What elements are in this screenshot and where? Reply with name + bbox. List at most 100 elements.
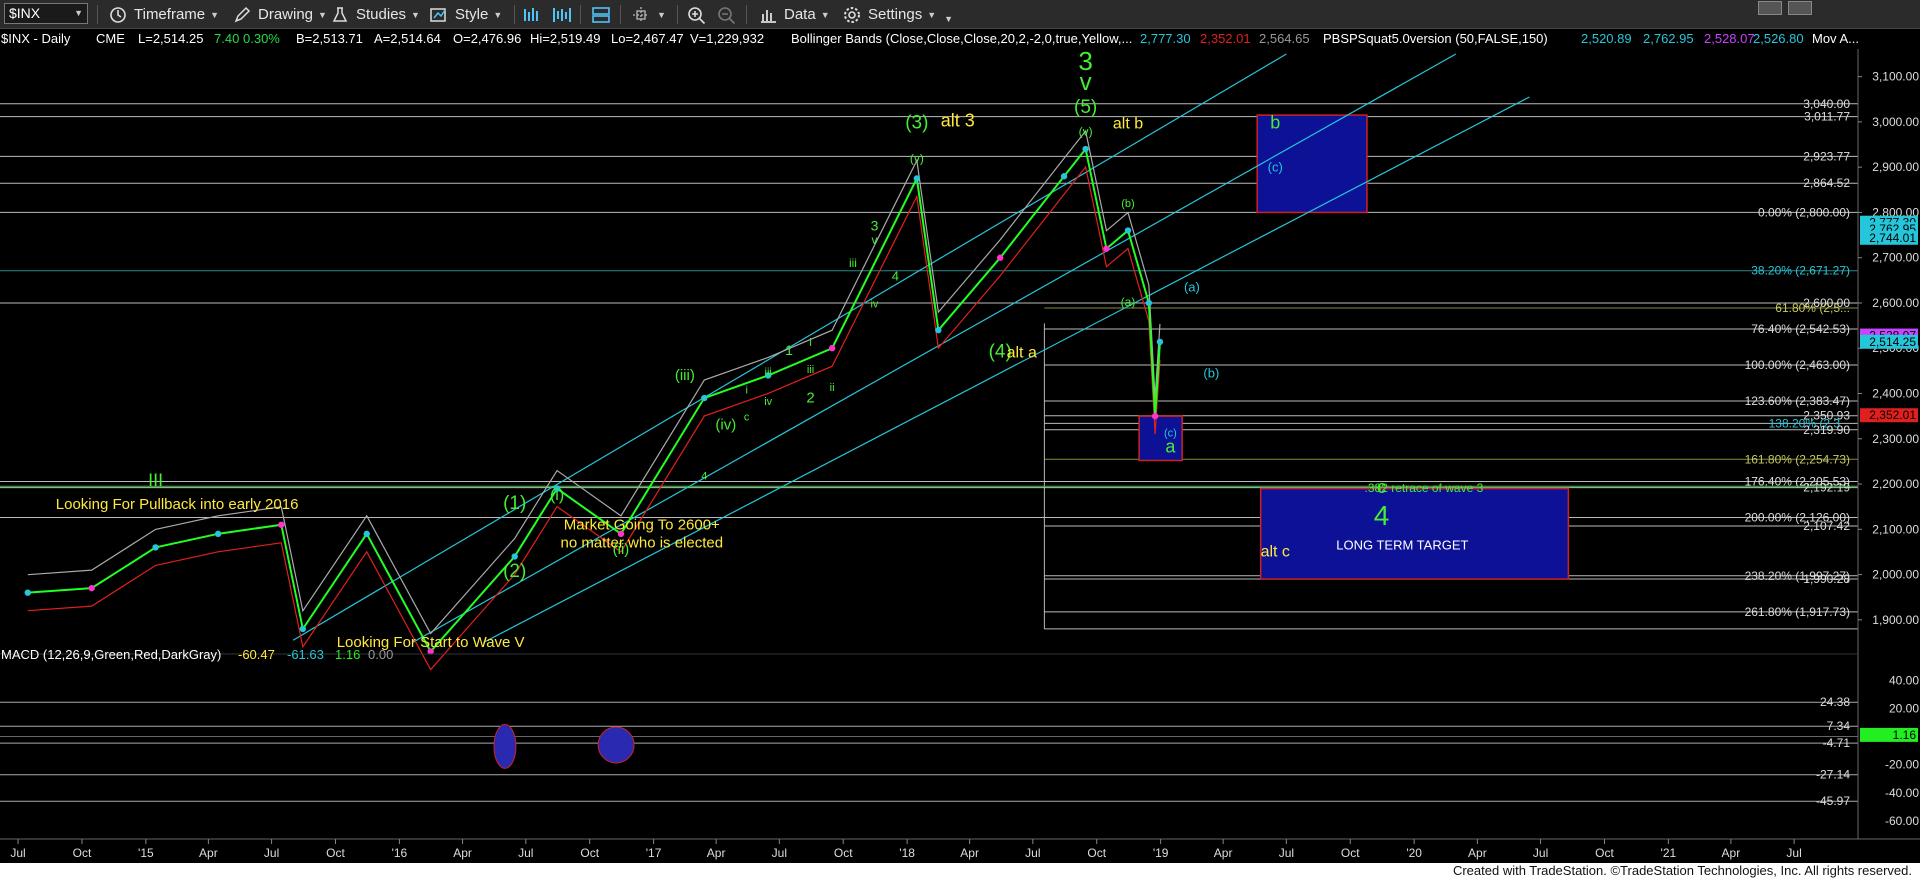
- bar-chart-icon: [761, 9, 776, 23]
- net-change: 7.40: [214, 31, 239, 46]
- price-point: [1103, 245, 1110, 252]
- toolbar: $INX ▼ Timeframe ▼ Drawing ▼ Studies ▼ Style…: [0, 0, 1920, 29]
- wave-annotation: alt a: [1007, 344, 1037, 361]
- macd-tick-label: 20.00: [1889, 701, 1919, 715]
- chart-layout-icon[interactable]: [590, 4, 612, 25]
- macd-tick-label: -60.00: [1885, 814, 1919, 828]
- wave-annotation: (a): [1184, 280, 1200, 295]
- toolbar-separator: [580, 5, 581, 24]
- chevron-down-icon: ▼: [210, 9, 220, 20]
- overflow-icon[interactable]: ▼: [944, 14, 953, 24]
- wave-annotation: alt b: [1113, 116, 1143, 133]
- price-level-label: 3,011.77: [1804, 110, 1850, 124]
- toolbar-separator: [514, 5, 515, 24]
- pencil-icon: [234, 6, 251, 22]
- price-point: [701, 394, 708, 402]
- wave-annotation: (5): [1074, 97, 1097, 118]
- chevron-down-icon: ▼: [657, 9, 666, 20]
- price-point: [299, 625, 307, 633]
- price-level-label: 2,923.77: [1803, 149, 1850, 163]
- wave-annotation: i: [809, 337, 811, 349]
- price-point: [278, 521, 285, 528]
- price-badge-label: 2,744.01: [1869, 231, 1916, 245]
- price-tick-label: 2,600.00: [1872, 296, 1919, 310]
- target-box-c: [1259, 487, 1570, 580]
- price-level-label: 123.60% (2,383.47): [1745, 394, 1850, 408]
- wave-annotation: (b): [1121, 198, 1134, 210]
- wave-annotation: v: [871, 233, 877, 247]
- wave-annotation: Looking For Start to Wave V: [337, 634, 525, 651]
- price-level-label: 1,990.28: [1803, 572, 1850, 586]
- macd-signal: -61.63: [287, 647, 324, 662]
- symbol-input[interactable]: $INX ▼: [4, 3, 88, 24]
- price-point: [363, 530, 370, 538]
- price-point: [88, 584, 95, 592]
- price-point: [24, 589, 31, 596]
- x-tick-label: Oct: [326, 846, 345, 860]
- crosshair-icon: [633, 6, 649, 23]
- wave-annotation: (iv): [715, 417, 736, 434]
- high-price: Hi=2,519.49: [530, 31, 600, 46]
- drawing-label: Drawing: [258, 6, 314, 23]
- settings-button[interactable]: Settings ▼ ▼: [842, 0, 953, 29]
- style-button[interactable]: Style ▼: [428, 0, 502, 29]
- window-restore-button[interactable]: [1758, 1, 1782, 15]
- toolbar-separator: [746, 5, 747, 24]
- wave-annotation: (iii): [675, 367, 695, 384]
- x-tick-label: Oct: [1341, 846, 1360, 860]
- x-tick-label: Jul: [518, 846, 533, 860]
- wave-annotation: iii: [765, 366, 772, 378]
- timeframe-button[interactable]: Timeframe ▼: [108, 0, 219, 29]
- bar-spacing-icon[interactable]: [522, 4, 542, 25]
- price-level-label: 38.20% (2,671.27): [1751, 264, 1850, 278]
- studies-button[interactable]: Studies ▼: [330, 0, 420, 29]
- wave-annotation: i: [745, 385, 747, 397]
- window-maximize-button[interactable]: [1788, 1, 1812, 15]
- price-level-label: 261.80% (1,917.73): [1745, 605, 1850, 619]
- bollinger-mid: 2,564.65: [1259, 31, 1310, 46]
- price-level-label: 0.00% (2,800.00): [1758, 205, 1850, 219]
- wave-annotation: iii: [807, 364, 814, 376]
- wave-annotation: alt c: [1261, 543, 1290, 560]
- x-tick-label: Jul: [10, 846, 25, 860]
- x-tick-label: Jul: [1786, 846, 1801, 860]
- wave-annotation: 1: [785, 342, 793, 358]
- zoom-out-icon[interactable]: [716, 4, 738, 25]
- wave-annotation: alt 3: [941, 110, 975, 130]
- zoom-in-icon[interactable]: [686, 4, 708, 25]
- wave-annotation: (2): [503, 561, 526, 582]
- x-tick-label: Oct: [580, 846, 599, 860]
- price-line: [27, 146, 1161, 654]
- drawing-button[interactable]: Drawing ▼: [232, 0, 327, 29]
- price-point: [913, 175, 921, 182]
- wave-annotation: no matter who is elected: [560, 534, 723, 551]
- wave-annotation: iv: [764, 396, 772, 408]
- axes: 3,100.003,000.002,900.002,800.002,700.00…: [0, 49, 1920, 863]
- open-price: O=2,476.96: [453, 31, 521, 46]
- cursor-mode-button[interactable]: ▼: [630, 0, 666, 29]
- gear-icon: [844, 6, 860, 23]
- flask-icon: [332, 6, 348, 22]
- pbs-value-1: 2,520.89: [1581, 31, 1632, 46]
- price-tick-label: 2,200.00: [1872, 477, 1919, 491]
- x-tick-label: Apr: [1468, 846, 1487, 860]
- wave-annotation: (i): [550, 487, 564, 504]
- x-tick-label: '16: [392, 846, 408, 860]
- chart-canvas[interactable]: 3,040.003,011.772,923.772,864.520.00% (2…: [0, 29, 1920, 863]
- bar-spacing-wide-icon[interactable]: [552, 4, 572, 25]
- price-tick-label: 1,900.00: [1872, 613, 1919, 627]
- macd-label: MACD (12,26,9,Green,Red,DarkGray): [1, 647, 221, 662]
- data-label: Data: [784, 6, 816, 23]
- price-tick-label: 2,300.00: [1872, 432, 1919, 446]
- footer-credit: Created with TradeStation. ©TradeStation…: [0, 863, 1920, 879]
- x-tick-label: Jul: [264, 846, 279, 860]
- x-tick-label: '19: [1153, 846, 1169, 860]
- price-tick-label: 2,100.00: [1872, 522, 1919, 536]
- price-level-label: 2,192.19: [1803, 481, 1850, 495]
- data-button[interactable]: Data ▼: [758, 0, 830, 29]
- symbol-title: $INX - Daily: [1, 31, 71, 46]
- wave-annotation: iv: [870, 298, 878, 310]
- pbs-value-2: 2,762.95: [1643, 31, 1694, 46]
- wave-annotation: c: [744, 412, 750, 424]
- bollinger-lower: 2,352.01: [1200, 31, 1251, 46]
